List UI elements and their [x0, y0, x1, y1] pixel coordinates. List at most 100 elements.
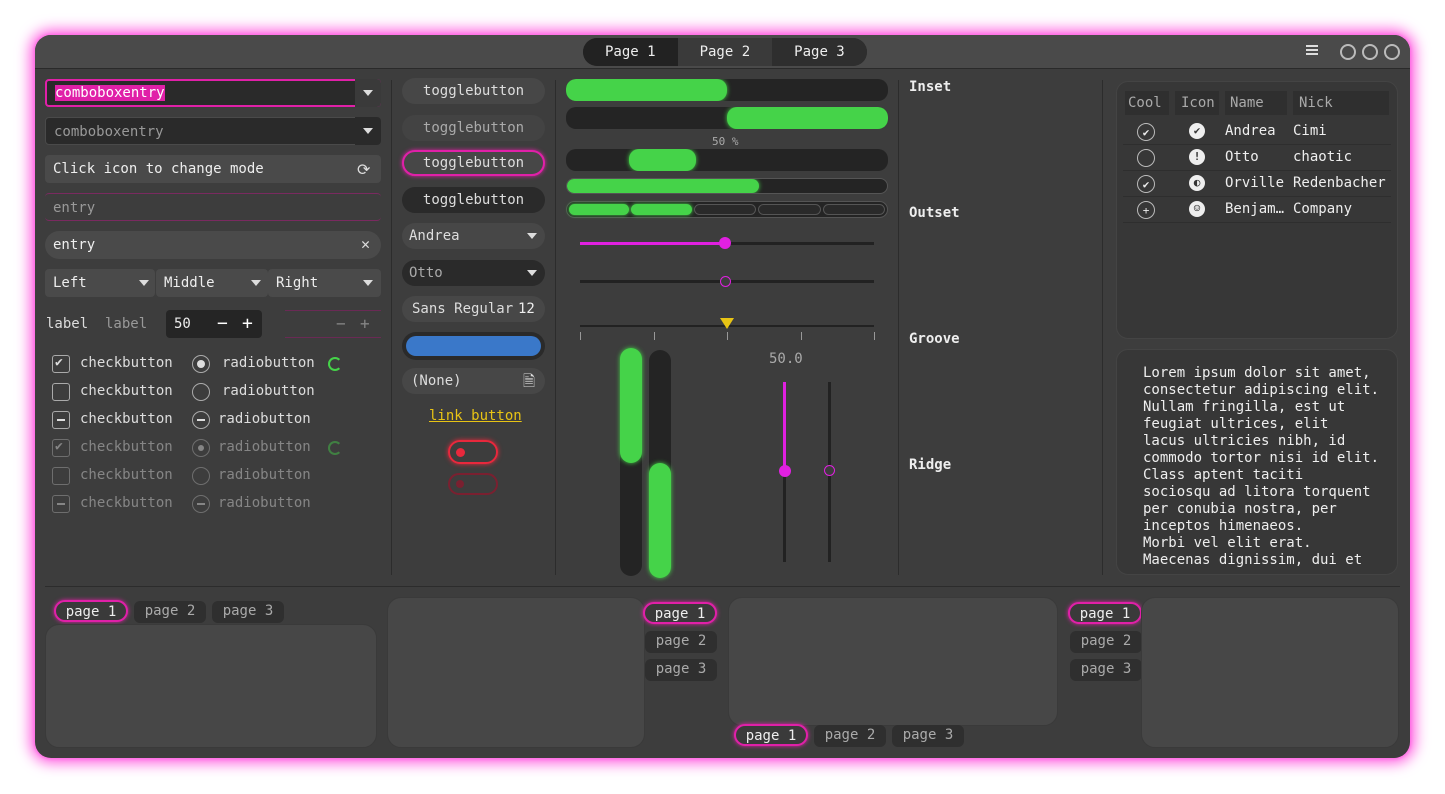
tab-page-3[interactable]: Page 3 [772, 38, 867, 66]
menu-icon[interactable] [1306, 45, 1318, 57]
close-button[interactable] [1384, 44, 1400, 60]
column-header-icon[interactable]: Icon [1175, 91, 1219, 115]
cool-toggle-icon[interactable]: ✔ [1137, 123, 1155, 141]
radiobutton-label: radiobutton [218, 411, 311, 427]
plus-icon: + [360, 314, 370, 333]
nb2-tab-page-3[interactable]: page 3 [645, 659, 717, 681]
entry-placeholder[interactable]: entry [45, 193, 381, 221]
separator [555, 80, 556, 575]
column-header-cool[interactable]: Cool [1125, 91, 1169, 115]
table-row[interactable]: ✔ ✔ Andrea Cimi [1123, 120, 1391, 145]
nb4-tab-page-1[interactable]: page 1 [1068, 602, 1142, 624]
vertical-progress-1 [620, 348, 642, 576]
separator [45, 586, 1400, 587]
clear-icon[interactable]: ✕ [361, 235, 370, 253]
nb4-tab-page-3[interactable]: page 3 [1070, 659, 1142, 681]
combo-entry[interactable]: comboboxentry [45, 117, 381, 145]
table-row[interactable]: ✔ ◐ Orville Redenbacher [1123, 172, 1391, 197]
scale-slider-handle[interactable] [719, 237, 731, 249]
row-name: Benjam… [1225, 201, 1285, 217]
nb1-tab-page-2[interactable]: page 2 [134, 601, 206, 623]
vscale-slider-handle[interactable] [779, 465, 791, 477]
level-bar [566, 201, 888, 218]
text-view[interactable]: Lorem ipsum dolor sit amet, consectetur … [1116, 349, 1398, 575]
entry-with-clear[interactable]: entry [45, 231, 381, 259]
table-row[interactable]: + ☺ Benjam… Company [1123, 198, 1391, 223]
nb2-tab-page-2[interactable]: page 2 [645, 631, 717, 653]
scale-tick [874, 332, 875, 340]
combo-andrea[interactable]: Andrea [402, 223, 545, 249]
tree-view[interactable]: Cool Icon Name Nick ✔ ✔ Andrea Cimi! Otto cha… [1116, 81, 1398, 339]
radio-checked[interactable] [192, 355, 210, 373]
checkbox-checked-disabled: ✔ [52, 439, 70, 457]
combo-dropdown-button-2[interactable] [355, 117, 381, 145]
combo-otto[interactable]: Otto [402, 260, 545, 286]
nb2-tab-page-1[interactable]: page 1 [643, 602, 717, 624]
combo-dropdown-button[interactable] [355, 79, 381, 107]
row-nick: chaotic [1293, 149, 1353, 165]
cool-toggle-icon[interactable]: ✔ [1137, 175, 1155, 193]
color-button[interactable] [402, 332, 545, 360]
document-icon: 🗎 [523, 372, 536, 390]
spinner-icon [328, 441, 342, 455]
checkbox-checked[interactable]: ✔ [52, 355, 70, 373]
progress-bar-pulse [566, 149, 888, 171]
radiobutton-label: radiobutton [222, 383, 315, 399]
cool-toggle-icon[interactable] [1137, 149, 1155, 167]
radio-checked-disabled [192, 439, 210, 457]
scale-marker-handle[interactable] [720, 318, 734, 329]
checkbox-mixed[interactable] [52, 411, 70, 429]
row-icon: ! [1189, 149, 1205, 165]
link-button[interactable]: link button [429, 408, 522, 424]
checkbox-unchecked[interactable] [52, 383, 70, 401]
radio-unchecked[interactable] [192, 383, 210, 401]
color-swatch [406, 336, 541, 356]
minimize-button[interactable] [1340, 44, 1356, 60]
column-header-nick[interactable]: Nick [1293, 91, 1389, 115]
switch-disabled [448, 473, 498, 495]
entry-mode[interactable]: Click icon to change mode [45, 155, 381, 183]
nb3-tab-page-2[interactable]: page 2 [814, 725, 886, 747]
nb2-pane [387, 597, 645, 748]
nb4-pane [1141, 597, 1399, 748]
font-name: Sans Regular [412, 301, 514, 317]
radio-mixed-disabled [192, 495, 210, 513]
text-view-content: Lorem ipsum dolor sit amet, consectetur … [1143, 365, 1380, 568]
nb1-tab-page-1[interactable]: page 1 [54, 600, 128, 622]
separator [898, 80, 899, 575]
maximize-button[interactable] [1362, 44, 1378, 60]
tab-page-2[interactable]: Page 2 [677, 38, 773, 66]
switch-off[interactable] [448, 440, 498, 464]
level-segment [693, 204, 757, 215]
chevron-down-icon [363, 128, 373, 134]
toggle-button-3[interactable]: togglebutton [402, 150, 545, 176]
level-segment [822, 204, 886, 215]
row-name: Orville [1225, 175, 1285, 191]
toggle-button-2[interactable]: togglebutton [402, 115, 545, 141]
toggle-button-4[interactable]: togglebutton [402, 187, 545, 213]
nb1-pane [45, 624, 377, 748]
progress-bar-2 [566, 107, 888, 129]
column-header-name[interactable]: Name [1225, 91, 1287, 115]
refresh-icon[interactable]: ⟳ [357, 160, 370, 179]
table-row[interactable]: ! Otto chaotic [1123, 146, 1391, 171]
radio-mixed[interactable] [192, 411, 210, 429]
plus-icon[interactable]: + [242, 313, 253, 334]
separator [391, 80, 392, 575]
combo-entry-focused[interactable]: comboboxentry [45, 79, 381, 107]
nb4-tab-page-2[interactable]: page 2 [1070, 631, 1142, 653]
file-chooser-label: (None) [411, 373, 462, 389]
toggle-button-1[interactable]: togglebutton [402, 78, 545, 104]
stack-switcher: Page 1 Page 2 Page 3 [583, 38, 867, 66]
frame-ridge-label: Ridge [909, 457, 952, 473]
radiobutton-label: radiobutton [218, 467, 311, 483]
nb3-tab-page-1[interactable]: page 1 [734, 724, 808, 746]
minus-icon[interactable]: − [217, 313, 228, 334]
cool-toggle-icon[interactable]: + [1137, 201, 1155, 219]
tab-page-1[interactable]: Page 1 [583, 38, 678, 66]
scale-tick [800, 332, 802, 340]
frame-inset-label: Inset [909, 79, 952, 95]
nb1-tab-page-3[interactable]: page 3 [212, 601, 284, 623]
progress-label: 50 % [712, 135, 739, 148]
nb3-tab-page-3[interactable]: page 3 [892, 725, 964, 747]
